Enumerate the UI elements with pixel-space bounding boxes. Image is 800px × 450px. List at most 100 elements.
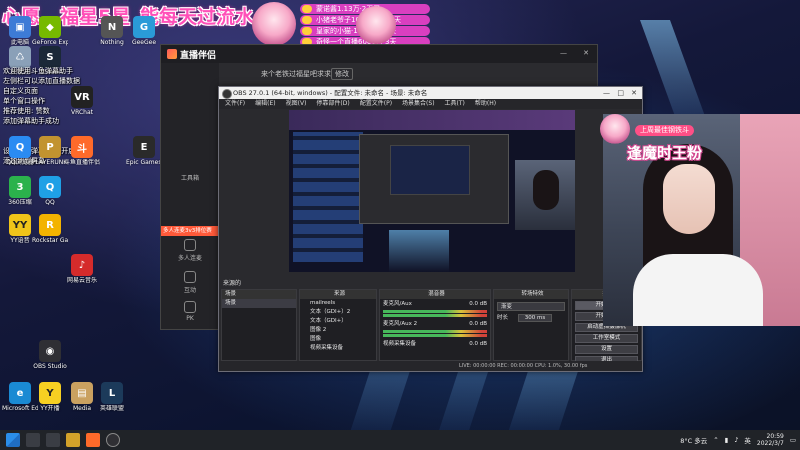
task-view-icon[interactable] — [46, 433, 60, 447]
chibi-avatar-right — [356, 6, 396, 44]
edge-icon: e — [9, 382, 31, 404]
clock-date: 2022/3/7 — [756, 440, 784, 447]
sidebar-item-multi[interactable]: 多人连麦 — [163, 239, 217, 262]
icon-label: OBS Studio — [33, 363, 67, 370]
obs-taskbar-icon[interactable] — [106, 433, 120, 447]
file-explorer-icon[interactable] — [66, 433, 80, 447]
source-item[interactable]: 文本（GDI+）2 — [300, 308, 376, 317]
streamer-face — [663, 164, 715, 234]
geforce-icon: ◆ — [39, 16, 61, 38]
desktop-icon-epic[interactable]: EEpic Games Launcher — [126, 136, 162, 166]
chibi-avatar-left — [252, 2, 296, 46]
volume-meter — [383, 310, 487, 313]
obs-title: OBS 27.0.1 (64-bit, windows) - 配置文件: 未命名… — [233, 89, 428, 97]
helper-logo: 直播伴侣 — [167, 48, 216, 61]
cam-subtitle: 上周最佳钢铁斗 — [635, 125, 694, 136]
mixer-channel-label: 麦克风/Aux 2 0.0 dB — [383, 320, 487, 329]
note-line: 单个窗口操作 — [3, 97, 45, 105]
sources-title: 来源 — [300, 290, 376, 299]
source-item[interactable]: 视频采集设备 — [300, 344, 376, 353]
network-icon[interactable]: ▮ — [725, 436, 729, 444]
helper-titlebar: 直播伴侣 — ✕ — [161, 45, 597, 63]
menu-scene-collection[interactable]: 场景集合(S) — [402, 99, 435, 109]
channel-db: 0.0 dB — [469, 321, 487, 327]
desktop-icon-obs[interactable]: ◉ OBS Studio — [32, 340, 68, 370]
volume-meter — [383, 334, 487, 337]
clock[interactable]: 20:59 2022/3/7 — [757, 433, 784, 447]
menu-help[interactable]: 帮助(H) — [475, 99, 496, 109]
menu-docks[interactable]: 停靠部件(D) — [316, 99, 349, 109]
start-icon[interactable] — [6, 433, 20, 447]
source-item[interactable]: 图像 2 — [300, 326, 376, 335]
source-item[interactable]: mailreels — [300, 299, 376, 308]
desktop-icon-rockstar[interactable]: RRockstar Games — [32, 214, 68, 244]
douyu-taskbar-icon[interactable] — [86, 433, 100, 447]
desktop-icon-qq[interactable]: Q QQ — [32, 176, 68, 206]
app-icon: N — [101, 16, 123, 38]
sidebar-item-pk[interactable]: PK — [163, 301, 217, 322]
desktop-icon-geforce[interactable]: ◆GeForce Experience — [32, 16, 68, 46]
sidebar-item-interact[interactable]: 互动 — [163, 271, 217, 294]
settings-button[interactable]: 设置 — [575, 345, 638, 354]
obs-icon: ◉ — [39, 340, 61, 362]
multi-pk-banner[interactable]: 多人连麦3v3排位赛 — [161, 226, 219, 236]
pubg-icon: P — [39, 136, 61, 158]
desktop-icon-geegee[interactable]: G GeeGee — [126, 16, 162, 46]
sidebar-item-toolbox[interactable]: 工具箱 — [163, 173, 217, 182]
desktop-icon-yy-live[interactable]: Y YY开播 — [32, 382, 68, 412]
icon-label: Epic Games Launcher — [126, 159, 162, 166]
scene-item[interactable]: 场景 — [222, 299, 296, 308]
app-logo-icon — [167, 49, 177, 59]
desktop-icon-douyu[interactable]: 斗斗鱼直播伴侣 — [64, 136, 100, 166]
menu-file[interactable]: 文件(F) — [225, 99, 245, 109]
transition-select[interactable]: 渐变 — [497, 302, 565, 311]
cam-title: 逢魔时王粉 — [627, 144, 703, 162]
music-icon: ♪ — [71, 254, 93, 276]
sidebar-label: 工具箱 — [180, 175, 199, 182]
streamer-body — [633, 254, 763, 326]
studio-mode-button[interactable]: 工作室模式 — [575, 334, 638, 343]
mixer-channel[interactable]: 视频采集设备 0.0 dB — [380, 339, 490, 350]
stream-title: 来个老铁过福星吧求求 — [261, 70, 331, 78]
obs-preview[interactable] — [289, 110, 575, 272]
desktop-icon-lol[interactable]: L 英雄联盟 — [94, 382, 130, 412]
chevron-up-icon[interactable]: ⌃ — [713, 436, 718, 444]
note-line: 添加弹幕助手成功 — [3, 117, 59, 125]
icon-label: Nothing — [100, 39, 124, 46]
search-icon[interactable] — [26, 433, 40, 447]
note-line: 推荐使用: 赞数 — [3, 107, 50, 115]
edit-title-button[interactable]: 修改 — [331, 68, 353, 80]
notification-icon[interactable]: ▭ — [790, 436, 796, 444]
minimize-icon[interactable]: — — [603, 87, 610, 99]
mixer-channel[interactable]: 麦克风/Aux 0.0 dB — [380, 299, 490, 319]
desktop-icon-netease-music[interactable]: ♪ 网易云音乐 — [64, 254, 100, 284]
weather-widget[interactable]: 8°C 多云 — [680, 435, 707, 445]
close-icon[interactable]: ✕ — [583, 49, 589, 57]
channel-name: 视频采集设备 — [383, 341, 417, 347]
menu-tools[interactable]: 工具(T) — [445, 99, 465, 109]
chibi-avatar-cam — [600, 114, 630, 144]
source-item[interactable]: 文本（GDI+） — [300, 317, 376, 326]
scene-header: 来源的 — [223, 280, 242, 287]
menu-edit[interactable]: 编辑(E) — [255, 99, 275, 109]
helper-app-name: 直播伴侣 — [180, 50, 217, 61]
volume-meter — [383, 330, 487, 333]
desktop-icon-pubg[interactable]: PPLAYERUNKNOWN — [32, 136, 68, 166]
mixer-channel-label: 麦克风/Aux 0.0 dB — [383, 300, 487, 309]
scenes-title: 场景 — [222, 290, 296, 299]
input-method[interactable]: 英 — [744, 435, 751, 445]
mixer-channel[interactable]: 麦克风/Aux 2 0.0 dB — [380, 319, 490, 339]
close-icon[interactable]: ✕ — [631, 87, 637, 99]
menu-profile[interactable]: 配置文件(P) — [360, 99, 392, 109]
menu-view[interactable]: 视图(V) — [286, 99, 307, 109]
icon-label: PLAYERUNKNOWN — [32, 159, 68, 166]
preview-webcam — [515, 160, 575, 230]
duration-input[interactable]: 300 ms — [517, 314, 553, 322]
minimize-icon[interactable]: — — [560, 49, 567, 57]
desktop-icon-nothing[interactable]: N Nothing — [94, 16, 130, 46]
mixer-panel: 混音器 麦克风/Aux 0.0 dB 麦克风/Aux 2 0.0 dB 视频采集… — [379, 289, 491, 361]
volume-icon[interactable]: ♪ — [734, 436, 738, 444]
maximize-icon[interactable]: □ — [617, 87, 624, 99]
source-item[interactable]: 图像 — [300, 335, 376, 344]
obs-titlebar: OBS 27.0.1 (64-bit, windows) - 配置文件: 未命名… — [219, 87, 642, 99]
